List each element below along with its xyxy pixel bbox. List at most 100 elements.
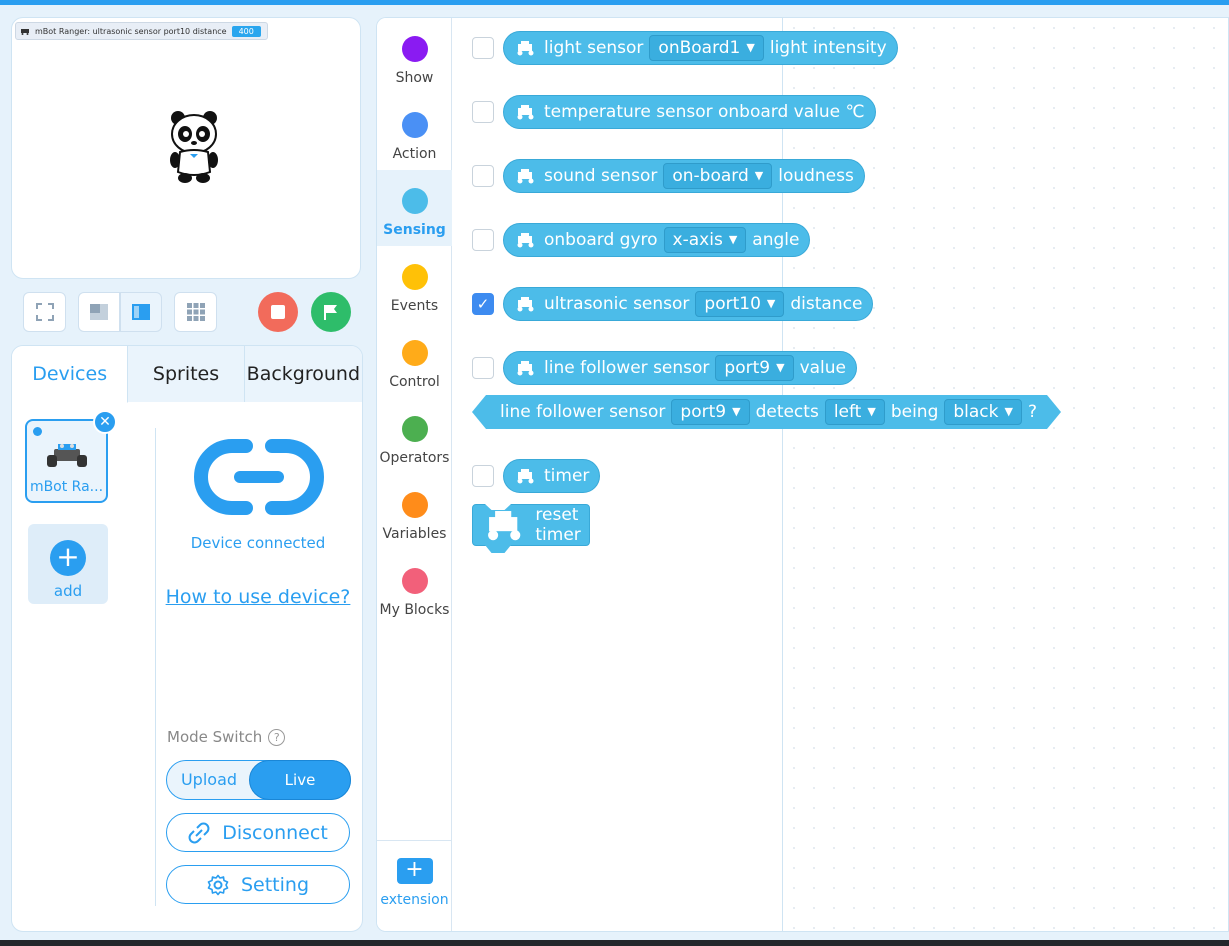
dropdown-value: left [833,402,862,422]
ultrasonic-checkbox[interactable]: ✓ [472,293,494,315]
layout-small-icon [90,304,108,320]
sound-sensor-checkbox[interactable] [472,165,494,187]
bottom-bar [0,940,1229,946]
block-text: detects [755,402,819,422]
small-stage-button[interactable] [78,292,120,332]
block-text: light sensor [544,38,644,58]
grid-icon [186,303,205,321]
mode-live-option[interactable]: Live [249,760,351,800]
large-stage-button[interactable] [120,292,162,332]
dropdown-value: onBoard1 [658,38,741,58]
dropdown-value: on-board [672,166,749,186]
divider [377,840,452,841]
caret-down-icon: ▼ [867,405,876,418]
grid-button[interactable] [174,292,217,332]
timer-checkbox[interactable] [472,465,494,487]
category-variables-dot [401,492,428,518]
line-detect-port-dropdown[interactable]: port9 ▼ [671,399,749,425]
category-action[interactable]: Action [377,94,452,170]
block-text: reset timer [535,505,581,545]
device-selected-dot [33,427,42,436]
caret-down-icon: ▼ [1004,405,1013,418]
device-card[interactable]: ✕ mBot Ra... [25,410,117,503]
robot-icon [47,444,87,467]
sound-sensor-block[interactable]: sound sensor on-board ▼ loudness [503,159,865,193]
gyro-block[interactable]: onboard gyro x-axis ▼ angle [503,223,811,257]
temperature-checkbox[interactable] [472,101,494,123]
category-variables[interactable]: Variables [377,474,452,550]
line-side-dropdown[interactable]: left ▼ [825,399,885,425]
close-icon[interactable]: ✕ [93,410,117,434]
category-events-dot [401,264,428,290]
panel-tabs: Devices Sprites Background [12,346,362,403]
mode-switch[interactable]: Upload Live [166,760,351,800]
line-follower-detects-block[interactable]: line follower sensor port9 ▼ detects left… [472,395,1061,429]
gyro-checkbox[interactable] [472,229,494,251]
disconnect-button[interactable]: Disconnect [166,813,350,852]
block-text: ultrasonic sensor [544,294,690,314]
block-text: line follower sensor [500,402,666,422]
robot-icon [517,169,534,184]
tab-devices[interactable]: Devices [12,346,129,403]
light-sensor-block[interactable]: light sensor onBoard1 ▼ light intensity [503,31,898,65]
robot-icon [517,105,534,120]
ultrasonic-block[interactable]: ultrasonic sensor port10 ▼ distance [503,287,874,321]
reset-timer-block[interactable]: reset timer [472,504,590,553]
category-events[interactable]: Events [377,246,452,322]
green-flag-icon [324,305,337,320]
script-area[interactable] [784,18,1228,931]
plus-icon: + [396,858,433,884]
green-flag-button[interactable] [311,292,351,332]
category-label: Operators [379,450,450,466]
divider [155,428,156,906]
gyro-axis-dropdown[interactable]: x-axis ▼ [663,227,747,253]
help-icon[interactable]: ? [268,728,286,746]
fullscreen-button[interactable] [23,292,66,332]
category-control[interactable]: Control [377,322,452,398]
dropdown-value: port9 [724,358,771,378]
tab-sprites[interactable]: Sprites [128,346,245,402]
devices-panel: Devices Sprites Background ✕ mBot Ra... … [11,345,363,932]
line-color-dropdown[interactable]: black ▼ [944,399,1022,425]
category-sensing[interactable]: Sensing [377,170,452,246]
extension-label: extension [380,892,449,908]
caret-down-icon: ▼ [732,405,741,418]
category-operators[interactable]: Operators [377,398,452,474]
light-port-dropdown[interactable]: onBoard1 ▼ [649,35,764,61]
extension-button[interactable]: + extension [377,854,452,909]
category-label: Events [390,298,439,314]
block-text: sound sensor [544,166,658,186]
sound-port-dropdown[interactable]: on-board ▼ [663,163,773,189]
device-connected-label: Device connected [190,534,326,552]
stop-button[interactable] [258,292,298,332]
panda-sprite[interactable] [166,108,222,184]
dropdown-value: port10 [704,294,761,314]
category-my-blocks[interactable]: My Blocks [377,550,452,626]
disconnect-label: Disconnect [222,821,328,844]
setting-button[interactable]: Setting [166,865,350,904]
how-to-use-link[interactable]: How to use device? [158,586,358,608]
category-show[interactable]: Show [377,18,452,94]
caret-down-icon: ▼ [746,41,755,54]
line-follower-checkbox[interactable] [472,357,494,379]
line-follower-value-block[interactable]: line follower sensor port9 ▼ value [503,351,857,385]
mode-upload-option[interactable]: Upload [167,761,251,799]
stage[interactable]: mBot Ranger: ultrasonic sensor port10 di… [11,17,361,279]
light-sensor-checkbox[interactable] [472,37,494,59]
caret-down-icon: ▼ [728,233,738,246]
category-my-blocks-dot [401,568,428,594]
line-port-dropdown[interactable]: port9 ▼ [715,355,794,381]
stop-icon [271,305,285,319]
timer-block[interactable]: timer [503,459,601,493]
block-text: timer [544,466,590,486]
temperature-block[interactable]: temperature sensor onboard value ℃ [503,95,876,129]
robot-icon [517,361,534,376]
ultrasonic-port-dropdown[interactable]: port10 ▼ [695,291,785,317]
robot-icon [517,41,534,56]
add-device-button[interactable]: + add [28,524,108,604]
variable-monitor[interactable]: mBot Ranger: ultrasonic sensor port10 di… [15,22,268,40]
tab-background[interactable]: Background [244,346,362,402]
setting-label: Setting [240,873,310,896]
link-icon [194,439,324,515]
mode-switch-label: Mode Switch ? [167,728,286,746]
